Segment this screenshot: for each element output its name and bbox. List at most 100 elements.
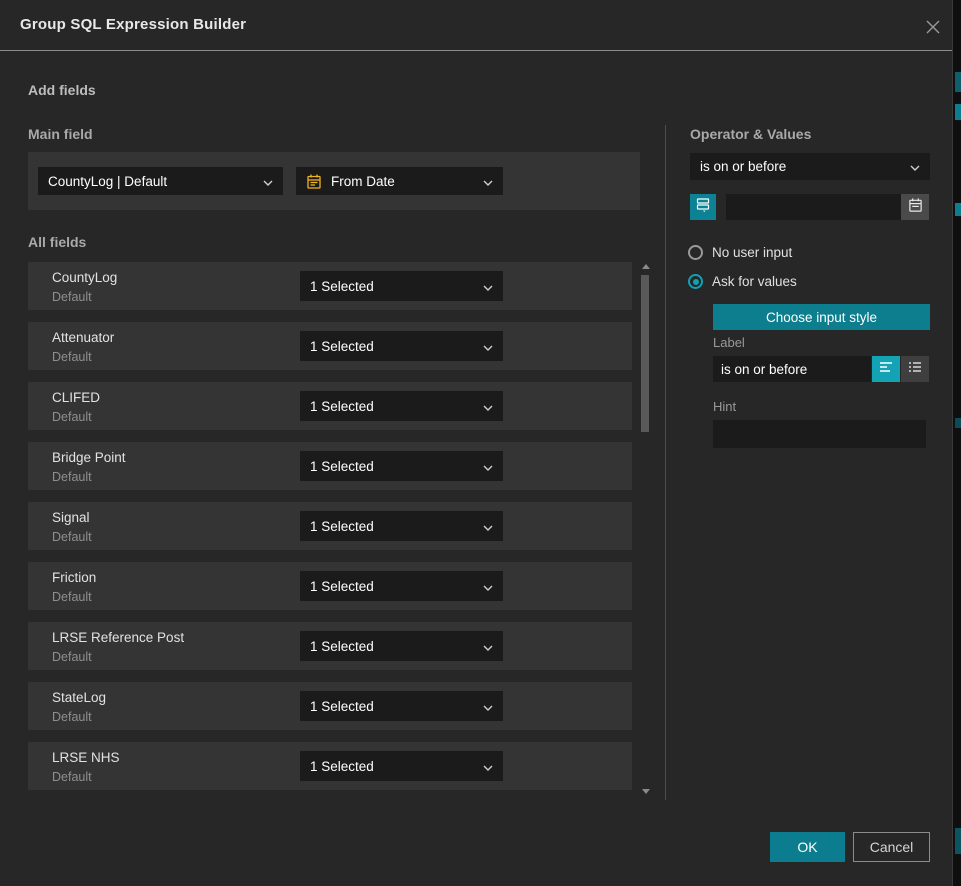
field-selection-dropdown[interactable]: 1 Selected <box>300 751 503 781</box>
set-from-values-button[interactable] <box>690 194 716 220</box>
field-selection-dropdown[interactable]: 1 Selected <box>300 631 503 661</box>
choose-input-style-button[interactable]: Choose input style <box>713 304 930 330</box>
field-subtitle: Default <box>52 470 92 484</box>
background-fragment <box>955 828 961 854</box>
all-fields-list: CountyLog Default 1 Selected Attenuator … <box>28 262 632 802</box>
field-selection-dropdown[interactable]: 1 Selected <box>300 331 503 361</box>
background-fragment <box>955 72 961 92</box>
chevron-down-icon <box>483 174 493 189</box>
main-field-heading: Main field <box>28 126 93 142</box>
text-lines-icon <box>878 359 894 380</box>
field-selection-dropdown[interactable]: 1 Selected <box>300 511 503 541</box>
label-input[interactable] <box>713 356 871 382</box>
add-fields-heading: Add fields <box>28 82 96 98</box>
hint-caption: Hint <box>713 399 736 414</box>
field-row: CLIFED Default 1 Selected <box>28 382 632 430</box>
field-row: LRSE Reference Post Default 1 Selected <box>28 622 632 670</box>
chevron-down-icon <box>483 639 493 654</box>
operator-dropdown[interactable]: is on or before <box>690 153 930 180</box>
field-name: LRSE NHS <box>52 750 120 765</box>
label-style-list-button[interactable] <box>901 356 929 382</box>
radio-label: No user input <box>712 245 792 260</box>
field-selection-value: 1 Selected <box>310 639 477 654</box>
field-selection-dropdown[interactable]: 1 Selected <box>300 571 503 601</box>
field-selection-value: 1 Selected <box>310 399 477 414</box>
scrollbar-thumb[interactable] <box>641 275 649 432</box>
field-name: Bridge Point <box>52 450 126 465</box>
background-page-strip <box>952 0 961 886</box>
field-selection-value: 1 Selected <box>310 339 477 354</box>
chevron-down-icon <box>263 174 273 189</box>
stacked-values-icon <box>695 196 711 218</box>
radio-no-user-input[interactable]: No user input <box>688 245 792 260</box>
field-name: CLIFED <box>52 390 100 405</box>
scroll-up-arrow-icon[interactable] <box>642 264 650 269</box>
background-fragment <box>955 104 961 120</box>
dialog-title: Group SQL Expression Builder <box>20 16 246 33</box>
chevron-down-icon <box>483 519 493 534</box>
main-layer-dropdown[interactable]: CountyLog | Default <box>38 167 283 195</box>
field-subtitle: Default <box>52 290 92 304</box>
radio-icon <box>688 245 703 260</box>
list-icon <box>907 359 923 380</box>
field-subtitle: Default <box>52 770 92 784</box>
field-row: Bridge Point Default 1 Selected <box>28 442 632 490</box>
close-icon[interactable] <box>922 16 944 38</box>
field-selection-dropdown[interactable]: 1 Selected <box>300 271 503 301</box>
chevron-down-icon <box>483 339 493 354</box>
field-selection-value: 1 Selected <box>310 519 477 534</box>
radio-label: Ask for values <box>712 274 797 289</box>
field-selection-dropdown[interactable]: 1 Selected <box>300 391 503 421</box>
background-fragment <box>955 203 961 216</box>
label-style-single-line-button[interactable] <box>872 356 900 382</box>
dialog-group-sql-expression-builder: Group SQL Expression Builder Add fields … <box>0 0 952 886</box>
field-row: CountyLog Default 1 Selected <box>28 262 632 310</box>
main-layer-dropdown-value: CountyLog | Default <box>48 174 257 189</box>
chevron-down-icon <box>483 579 493 594</box>
fields-scrollbar[interactable] <box>641 262 651 798</box>
field-name: Signal <box>52 510 90 525</box>
radio-ask-for-values[interactable]: Ask for values <box>688 274 797 289</box>
field-name: Attenuator <box>52 330 114 345</box>
chevron-down-icon <box>910 159 920 174</box>
ok-button[interactable]: OK <box>770 832 845 862</box>
chevron-down-icon <box>483 399 493 414</box>
chevron-down-icon <box>483 699 493 714</box>
main-field-panel: CountyLog | Default From Date <box>28 152 640 210</box>
cancel-button[interactable]: Cancel <box>853 832 930 862</box>
field-subtitle: Default <box>52 650 92 664</box>
hint-input[interactable] <box>713 420 926 448</box>
field-selection-value: 1 Selected <box>310 459 477 474</box>
screen: Group SQL Expression Builder Add fields … <box>0 0 961 886</box>
main-field-dropdown-value: From Date <box>331 174 477 189</box>
field-subtitle: Default <box>52 350 92 364</box>
field-subtitle: Default <box>52 590 92 604</box>
operator-values-heading: Operator & Values <box>690 126 811 142</box>
field-subtitle: Default <box>52 710 92 724</box>
field-selection-value: 1 Selected <box>310 699 477 714</box>
chevron-down-icon <box>483 459 493 474</box>
field-selection-value: 1 Selected <box>310 759 477 774</box>
field-name: LRSE Reference Post <box>52 630 184 645</box>
field-name: CountyLog <box>52 270 117 285</box>
main-field-dropdown[interactable]: From Date <box>296 167 503 195</box>
field-name: Friction <box>52 570 96 585</box>
chevron-down-icon <box>483 759 493 774</box>
operator-dropdown-value: is on or before <box>700 159 904 174</box>
field-selection-value: 1 Selected <box>310 279 477 294</box>
calendar-icon <box>908 197 923 218</box>
scroll-down-arrow-icon[interactable] <box>642 789 650 794</box>
all-fields-heading: All fields <box>28 234 86 250</box>
chevron-down-icon <box>483 279 493 294</box>
value-input[interactable] <box>726 194 901 220</box>
field-subtitle: Default <box>52 530 92 544</box>
field-selection-dropdown[interactable]: 1 Selected <box>300 451 503 481</box>
field-row: Attenuator Default 1 Selected <box>28 322 632 370</box>
field-selection-dropdown[interactable]: 1 Selected <box>300 691 503 721</box>
field-subtitle: Default <box>52 410 92 424</box>
field-row: Signal Default 1 Selected <box>28 502 632 550</box>
field-name: StateLog <box>52 690 106 705</box>
calendar-icon <box>306 173 322 190</box>
date-picker-button[interactable] <box>901 194 929 220</box>
label-caption: Label <box>713 335 745 350</box>
